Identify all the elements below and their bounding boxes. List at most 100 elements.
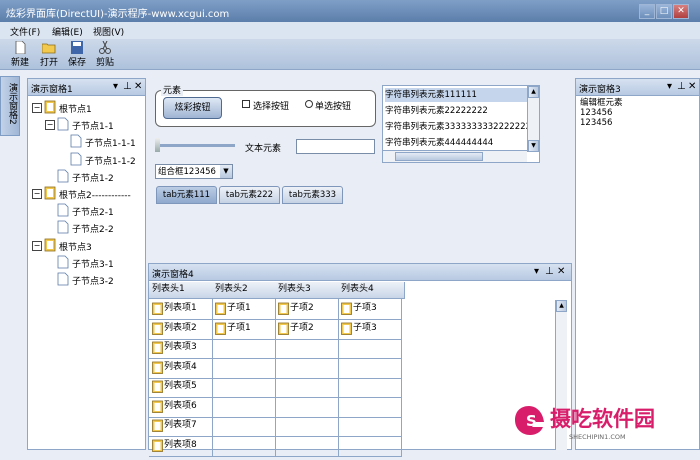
table-cell[interactable]: 子项3: [338, 299, 402, 320]
table-cell[interactable]: 列表项3: [149, 338, 213, 359]
cell-text: 子项3: [353, 303, 377, 313]
close-icon[interactable]: ✕: [134, 81, 142, 92]
table-cell[interactable]: [212, 435, 276, 457]
tree-node[interactable]: − 根节点3: [28, 238, 143, 254]
close-icon[interactable]: ✕: [688, 81, 696, 92]
xc-button[interactable]: 炫彩按钮: [163, 97, 222, 119]
pin-icon[interactable]: ⊥: [545, 266, 554, 277]
table-cell[interactable]: [275, 377, 339, 398]
tree-node-label: 子节点1-1-2: [85, 156, 136, 167]
column-header[interactable]: 列表头2: [212, 282, 279, 299]
list-item[interactable]: 字符串列表元素444444444: [385, 136, 493, 150]
clipboard-icon: [152, 341, 163, 354]
table-cell[interactable]: 子项3: [338, 318, 402, 340]
expand-toggle-icon[interactable]: −: [32, 103, 42, 113]
scroll-up-icon[interactable]: ▲: [528, 86, 539, 98]
column-header[interactable]: 列表头4: [338, 282, 405, 299]
list-item[interactable]: 字符串列表元素111111: [385, 88, 529, 102]
table-cell[interactable]: 子项1: [212, 299, 276, 320]
expand-toggle-icon[interactable]: −: [32, 240, 42, 251]
column-header[interactable]: 列表头1: [149, 282, 216, 299]
tab-2[interactable]: tab元素222: [219, 186, 280, 204]
save-button[interactable]: 保存: [64, 41, 90, 69]
table-cell[interactable]: 子项2: [275, 318, 339, 340]
tab-3[interactable]: tab元素333: [282, 186, 343, 204]
pin-icon[interactable]: ⊥: [677, 81, 686, 92]
table-cell[interactable]: [275, 416, 339, 437]
dropdown-icon[interactable]: ▾: [113, 81, 118, 92]
maximize-button[interactable]: □: [656, 4, 672, 19]
table-cell[interactable]: 列表项7: [149, 416, 213, 437]
tree-node[interactable]: 子节点1-1-2: [28, 152, 143, 168]
tree-node[interactable]: 子节点1-1-1: [28, 134, 143, 150]
list-item[interactable]: 字符串列表元素3333333332222222: [385, 120, 531, 134]
close-icon[interactable]: ✕: [557, 266, 565, 277]
dropdown-icon[interactable]: ▾: [534, 266, 539, 277]
menu-view[interactable]: 视图(V): [93, 25, 124, 38]
tree-node[interactable]: 子节点3-2: [28, 272, 143, 288]
table-cell[interactable]: [338, 338, 402, 359]
tree-node[interactable]: − 根节点2------------: [28, 186, 143, 202]
new-button[interactable]: 新建: [7, 41, 33, 69]
table-cell[interactable]: [338, 416, 402, 437]
table-cell[interactable]: 列表项1: [149, 299, 213, 320]
slider-thumb[interactable]: [155, 138, 160, 152]
pin-icon[interactable]: ⊥: [123, 81, 132, 92]
table-cell[interactable]: 列表项2: [149, 318, 213, 340]
table-cell[interactable]: [338, 357, 402, 379]
close-button[interactable]: ✕: [673, 4, 689, 19]
table-cell[interactable]: 列表项4: [149, 357, 213, 379]
combo-arrow-icon[interactable]: ▼: [220, 165, 232, 178]
element-area: 元素 炫彩按钮 选择按钮 单选按钮 文本元素 组合框123456 ▼ tab元素…: [148, 78, 572, 260]
tree-node[interactable]: 子节点1-2: [28, 169, 143, 185]
list-vscrollbar[interactable]: ▲ ▼: [527, 86, 539, 152]
hscroll-thumb[interactable]: [395, 152, 483, 161]
radio-button[interactable]: [305, 100, 313, 108]
table-cell[interactable]: [275, 435, 339, 457]
text-input[interactable]: [296, 139, 375, 154]
minimize-button[interactable]: _: [639, 4, 655, 19]
table-cell[interactable]: [338, 435, 402, 457]
table-cell[interactable]: 列表项6: [149, 396, 213, 418]
combo-box[interactable]: 组合框123456 ▼: [155, 164, 233, 179]
table-cell[interactable]: [338, 396, 402, 418]
cell-text: 列表项7: [164, 420, 197, 430]
tab-1[interactable]: tab元素111: [156, 186, 217, 204]
scroll-up-icon[interactable]: ▲: [556, 300, 567, 312]
cut-button[interactable]: 剪贴: [92, 41, 118, 69]
table-cell[interactable]: [275, 338, 339, 359]
table-cell[interactable]: [212, 377, 276, 398]
open-button[interactable]: 打开: [36, 41, 62, 69]
column-header[interactable]: 列表头3: [275, 282, 342, 299]
tree-node[interactable]: − 子节点1-1: [28, 117, 143, 133]
edit-box[interactable]: 编辑框元素 123456 123456: [580, 98, 623, 128]
table-cell[interactable]: 列表项8: [149, 435, 213, 457]
table-cell[interactable]: 列表项5: [149, 377, 213, 398]
table-cell[interactable]: [338, 377, 402, 398]
table-cell[interactable]: [212, 357, 276, 379]
table-cell[interactable]: [212, 416, 276, 437]
table-cell[interactable]: [212, 396, 276, 418]
tree-node[interactable]: − 根节点1: [28, 100, 143, 116]
select-checkbox[interactable]: [242, 100, 250, 108]
table-cell[interactable]: 子项1: [212, 318, 276, 340]
side-tab-pane2[interactable]: 演示窗格2: [0, 76, 20, 136]
dropdown-icon[interactable]: ▾: [667, 81, 672, 92]
menu-edit[interactable]: 编辑(E): [52, 25, 83, 38]
slider-track[interactable]: [155, 144, 235, 147]
tree-node[interactable]: 子节点2-1: [28, 203, 143, 219]
tree-node[interactable]: 子节点3-1: [28, 255, 143, 271]
table-cell[interactable]: [275, 396, 339, 418]
scroll-down-icon[interactable]: ▼: [528, 140, 539, 152]
window-title: 炫彩界面库(DirectUI)-演示程序-www.xcgui.com: [6, 9, 230, 20]
table-cell[interactable]: [212, 338, 276, 359]
menu-file[interactable]: 文件(F): [10, 25, 40, 38]
expand-toggle-icon[interactable]: −: [32, 189, 42, 199]
expand-toggle-icon[interactable]: −: [45, 120, 55, 131]
list-hscrollbar[interactable]: [383, 150, 527, 162]
list-item[interactable]: 字符串列表元素22222222: [385, 104, 488, 118]
table-cell[interactable]: [275, 357, 339, 379]
tree-node[interactable]: 子节点2-2: [28, 220, 143, 236]
table-cell[interactable]: 子项2: [275, 299, 339, 320]
pane-1-header: 演示窗格1 ▾ ⊥ ✕: [28, 79, 145, 96]
